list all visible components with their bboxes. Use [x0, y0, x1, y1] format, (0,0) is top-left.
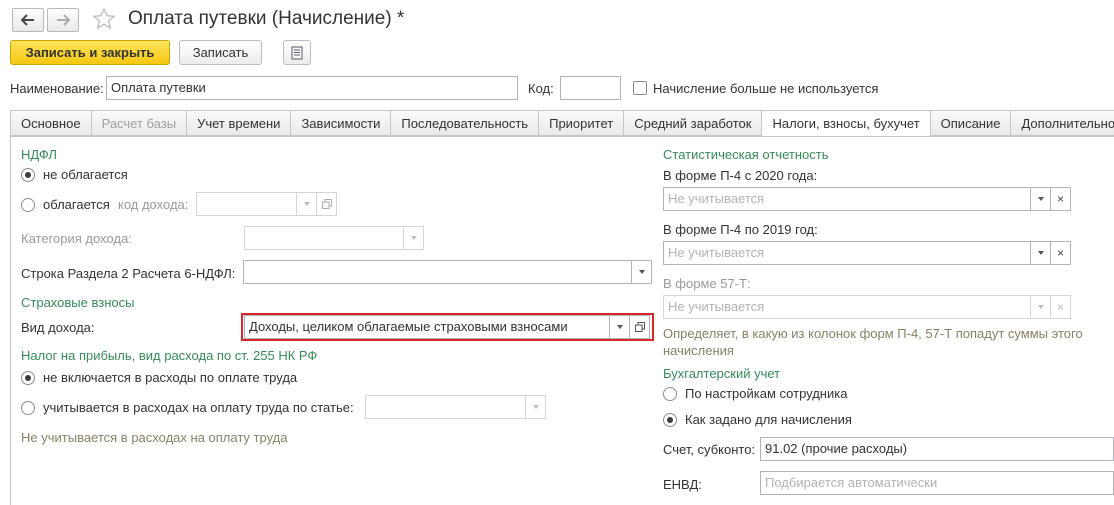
tab-time-tracking[interactable]: Учет времени — [187, 110, 292, 136]
chevron-down-icon — [638, 270, 645, 274]
income-category-input[interactable] — [244, 226, 404, 250]
included-by-article-label: учитывается в расходах на оплату труда п… — [43, 400, 354, 415]
name-input[interactable]: Оплата путевки — [106, 76, 518, 100]
tab-additional[interactable]: Дополнительно — [1011, 110, 1114, 136]
tab-priority[interactable]: Приоритет — [539, 110, 625, 136]
accounting-section-title: Бухгалтерский учет — [663, 366, 781, 381]
back-button[interactable] — [12, 8, 44, 32]
tab-taxes[interactable]: Налоги, взносы, бухучет — [762, 110, 931, 137]
income-type-dropdown[interactable] — [610, 315, 630, 339]
account-label: Счет, субконто: — [663, 442, 756, 457]
section2-label: Строка Раздела 2 Расчета 6-НДФЛ: — [21, 266, 236, 281]
chevron-down-icon — [1037, 305, 1044, 309]
tab-dependencies[interactable]: Зависимости — [291, 110, 392, 136]
income-type-input[interactable]: Доходы, целиком облагаемые страховыми вз… — [244, 315, 610, 339]
tab-main[interactable]: Основное — [10, 110, 92, 136]
not-taxed-label: не облагается — [43, 167, 128, 182]
forward-button[interactable] — [47, 8, 79, 32]
close-icon: × — [1056, 246, 1064, 260]
arrow-right-icon — [57, 14, 70, 26]
p4-2019-placeholder: Не учитывается — [668, 245, 765, 260]
by-employee-radio[interactable] — [663, 386, 677, 401]
income-code-open-button[interactable] — [317, 192, 337, 216]
chevron-down-icon — [1037, 197, 1044, 201]
page-title: Оплата путевки (Начисление) * — [128, 8, 405, 29]
tab-sequence[interactable]: Последовательность — [391, 110, 540, 136]
taxed-label: облагается — [43, 197, 110, 212]
income-category-label: Категория дохода: — [21, 231, 132, 246]
as-accrual-radio[interactable] — [663, 412, 677, 427]
save-button[interactable]: Записать — [179, 40, 262, 65]
tab-average-earnings[interactable]: Средний заработок — [624, 110, 763, 136]
section2-input[interactable] — [243, 260, 632, 284]
tab-description[interactable]: Описание — [930, 110, 1012, 136]
chevron-down-icon — [1037, 251, 1044, 255]
open-window-icon — [634, 322, 645, 332]
tab-bar: Основное Расчет базы Учет времени Зависи… — [10, 110, 1114, 137]
income-category-dropdown[interactable] — [404, 226, 424, 250]
income-code-label: код дохода: — [118, 197, 189, 212]
insurance-section-title: Страховые взносы — [21, 295, 135, 310]
account-input[interactable]: 91.02 (прочие расходы) — [760, 437, 1114, 461]
p4-2020-label: В форме П-4 с 2020 года: — [663, 168, 818, 183]
chevron-down-icon — [410, 236, 417, 240]
ndfl-section-title: НДФЛ — [21, 147, 57, 162]
income-type-open-button[interactable] — [630, 315, 650, 339]
p4-2020-placeholder: Не учитывается — [668, 191, 765, 206]
income-code-input[interactable] — [196, 192, 297, 216]
p4-2019-dropdown[interactable] — [1031, 241, 1051, 265]
envd-placeholder: Подбирается автоматически — [765, 475, 938, 490]
income-code-dropdown[interactable] — [297, 192, 317, 216]
envd-input[interactable]: Подбирается автоматически — [760, 471, 1114, 495]
f57t-input[interactable]: Не учитывается — [663, 295, 1031, 319]
p4-2020-input[interactable]: Не учитывается — [663, 187, 1031, 211]
close-icon: × — [1056, 192, 1064, 206]
section2-dropdown[interactable] — [632, 260, 652, 284]
stat-section-title: Статистическая отчетность — [663, 147, 829, 162]
included-by-article-radio[interactable] — [21, 400, 35, 415]
p4-2020-clear-button[interactable]: × — [1051, 187, 1071, 211]
unused-label: Начисление больше не используется — [653, 81, 879, 96]
not-included-radio[interactable] — [21, 370, 35, 385]
not-taxed-radio[interactable] — [21, 167, 35, 182]
article-dropdown[interactable] — [526, 395, 546, 419]
close-icon: × — [1056, 300, 1064, 314]
stat-hint: Определяет, в какую из колонок форм П-4,… — [663, 326, 1083, 358]
envd-label: ЕНВД: — [663, 477, 702, 492]
open-window-icon — [321, 199, 332, 209]
arrow-left-icon — [21, 14, 34, 26]
tab-base-calc[interactable]: Расчет базы — [91, 110, 188, 136]
document-list-icon — [291, 46, 303, 59]
chevron-down-icon — [303, 202, 310, 206]
favorite-star-icon[interactable] — [92, 7, 116, 34]
f57t-clear-button[interactable]: × — [1051, 295, 1071, 319]
p4-2019-input[interactable]: Не учитывается — [663, 241, 1031, 265]
save-and-close-button[interactable]: Записать и закрыть — [10, 40, 170, 65]
code-input[interactable] — [560, 76, 621, 100]
not-accounted-hint: Не учитывается в расходах на оплату труд… — [21, 430, 288, 445]
not-included-label: не включается в расходы по оплате труда — [43, 370, 298, 385]
chevron-down-icon — [616, 325, 623, 329]
p4-2019-label: В форме П-4 по 2019 год: — [663, 222, 818, 237]
as-accrual-label: Как задано для начисления — [685, 412, 852, 427]
name-label: Наименование: — [10, 81, 104, 96]
income-type-label: Вид дохода: — [21, 320, 95, 335]
f57t-label: В форме 57-Т: — [663, 276, 751, 291]
profit-tax-section-title: Налог на прибыль, вид расхода по ст. 255… — [21, 348, 318, 363]
p4-2020-dropdown[interactable] — [1031, 187, 1051, 211]
f57t-placeholder: Не учитывается — [668, 299, 765, 314]
unused-checkbox[interactable] — [633, 81, 647, 95]
chevron-down-icon — [532, 405, 539, 409]
report-button[interactable] — [283, 40, 311, 65]
f57t-dropdown[interactable] — [1031, 295, 1051, 319]
by-employee-label: По настройкам сотрудника — [685, 386, 848, 401]
p4-2019-clear-button[interactable]: × — [1051, 241, 1071, 265]
article-input[interactable] — [365, 395, 526, 419]
code-label: Код: — [528, 81, 554, 96]
taxed-radio[interactable] — [21, 197, 35, 212]
